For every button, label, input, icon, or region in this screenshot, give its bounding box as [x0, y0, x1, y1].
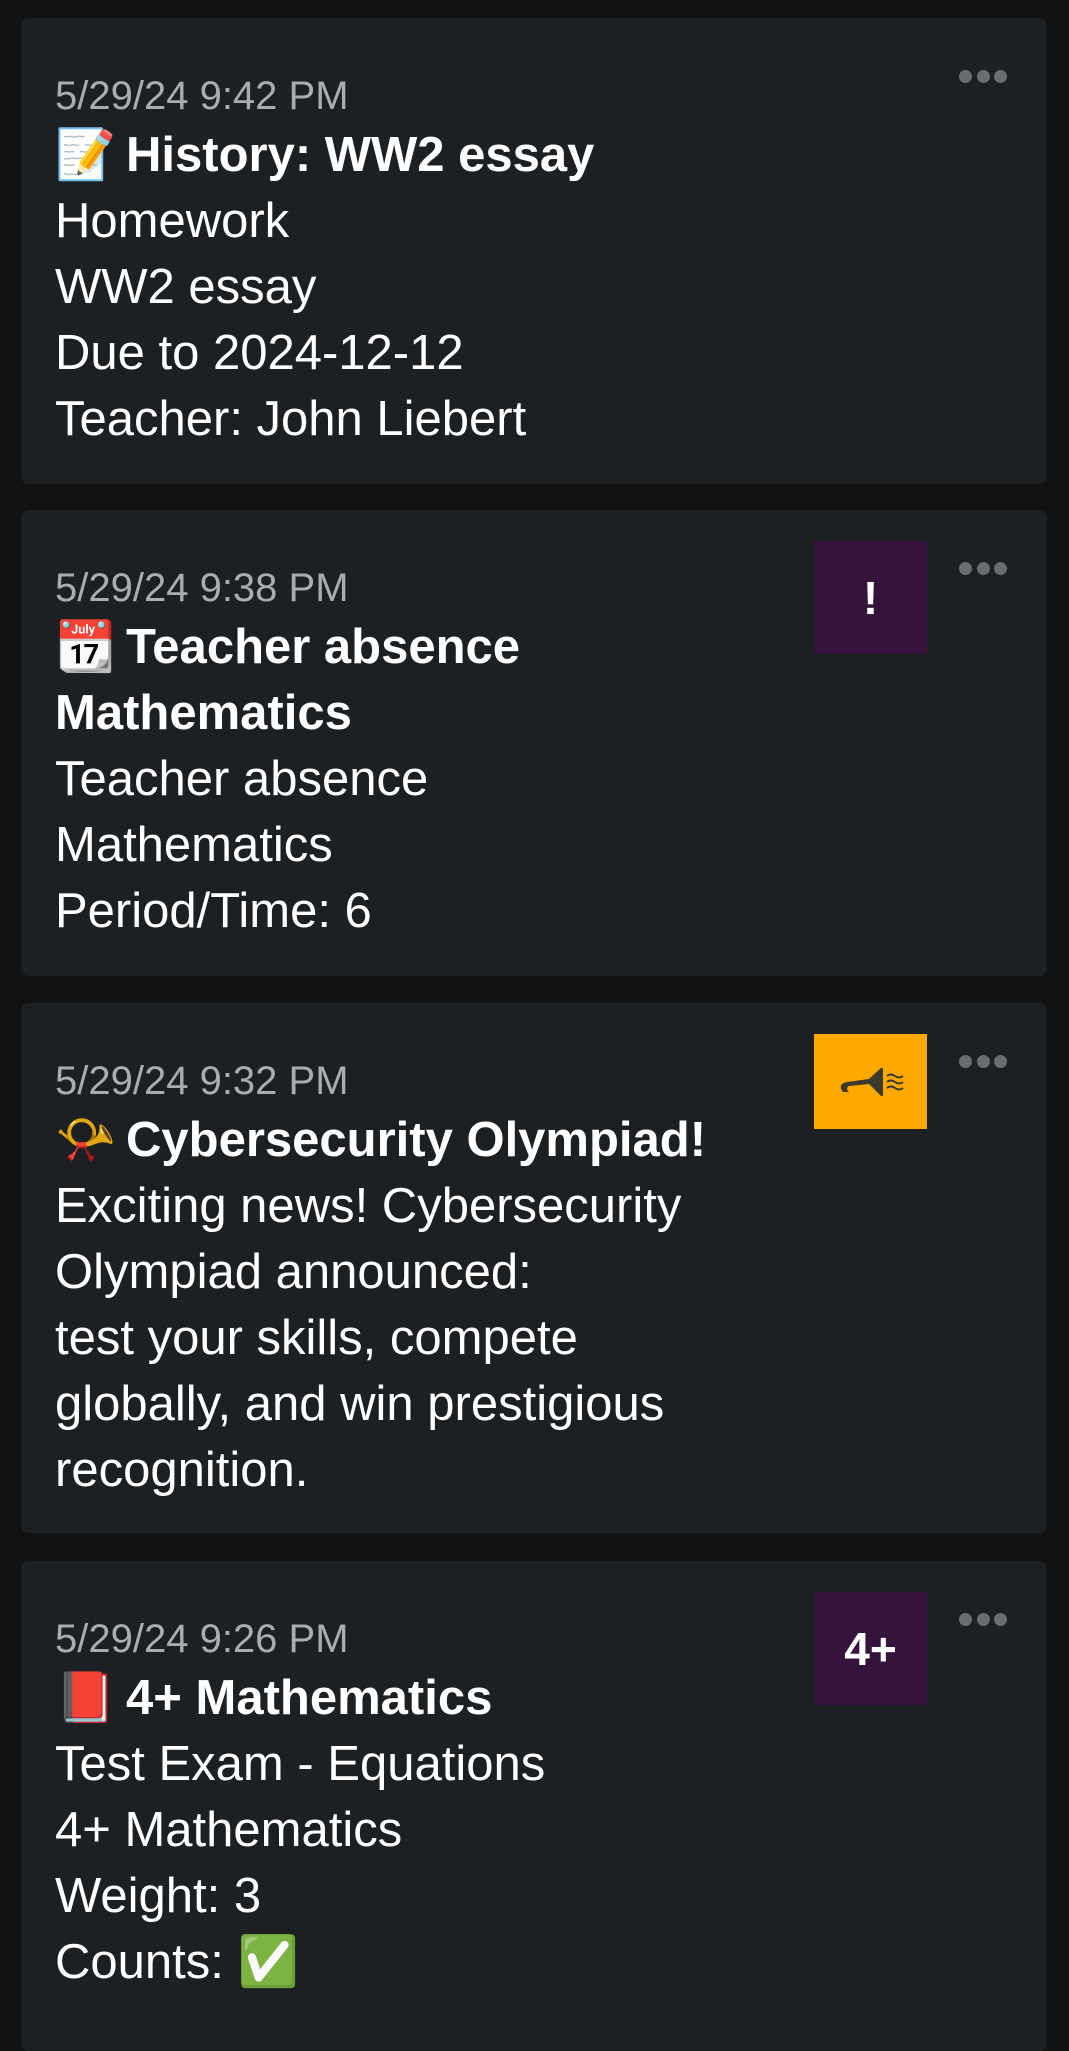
more-options-icon[interactable]: [959, 1613, 1007, 1629]
card-title: 📆 Teacher absence Mathematics: [55, 614, 795, 746]
calendar-icon: 📆: [55, 620, 117, 674]
body-line: Period/Time: 6: [55, 884, 372, 938]
body-line: Due to 2024-12-12: [55, 326, 464, 380]
body-line: Olympiad announced:: [55, 1245, 532, 1299]
body-line: Counts: ✅: [55, 1935, 299, 1989]
memo-icon: 📝: [55, 128, 117, 182]
body-line: Homework: [55, 194, 290, 248]
card-title: 📕 4+ Mathematics: [55, 1665, 795, 1731]
card-title: 📝 History: WW2 essay: [55, 122, 795, 188]
more-options-icon[interactable]: [959, 562, 1007, 578]
title-text: 4+ Mathematics: [126, 1671, 493, 1725]
more-options-icon[interactable]: [959, 1055, 1007, 1071]
body-line: Mathematics: [55, 818, 333, 872]
notification-card[interactable]: 5/29/24 9:38 PM 📆 Teacher absence Mathema…: [21, 510, 1047, 976]
postal-horn-icon: 📯: [55, 1113, 117, 1167]
notification-card[interactable]: 5/29/24 9:32 PM 📯 Cybersecurity Olympiad!…: [21, 1003, 1047, 1533]
title-text: Teacher absence Mathematics: [55, 620, 521, 740]
body-line: globally, and win prestigious: [55, 1377, 665, 1431]
exclamation-badge: !: [814, 541, 927, 654]
body-line: test your skills, compete: [55, 1311, 578, 1365]
body-line: Exciting news! Cybersecurity: [55, 1179, 682, 1233]
body-line: WW2 essay: [55, 260, 317, 314]
card-title: 📯 Cybersecurity Olympiad!: [55, 1107, 795, 1173]
notification-card[interactable]: 5/29/24 9:42 PM 📝 History: WW2 essay Home…: [21, 18, 1047, 484]
more-options-icon[interactable]: [959, 70, 1007, 86]
notification-card[interactable]: 5/29/24 9:26 PM 📕 4+ Mathematics Test Exa…: [21, 1561, 1047, 2051]
body-line: Teacher: John Liebert: [55, 392, 527, 446]
grade-badge: 4+: [814, 1592, 927, 1705]
body-line: recognition.: [55, 1443, 309, 1497]
body-line: Teacher absence: [55, 752, 429, 806]
body-line: Test Exam - Equations: [55, 1737, 546, 1791]
title-text: History: WW2 essay: [126, 128, 595, 182]
red-book-icon: 📕: [55, 1671, 117, 1725]
timestamp: 5/29/24 9:42 PM: [55, 74, 349, 118]
title-text: Cybersecurity Olympiad!: [126, 1113, 707, 1167]
horn-icon: [814, 1034, 927, 1129]
body-line: Weight: 3: [55, 1869, 262, 1923]
body-line: 4+ Mathematics: [55, 1803, 403, 1857]
